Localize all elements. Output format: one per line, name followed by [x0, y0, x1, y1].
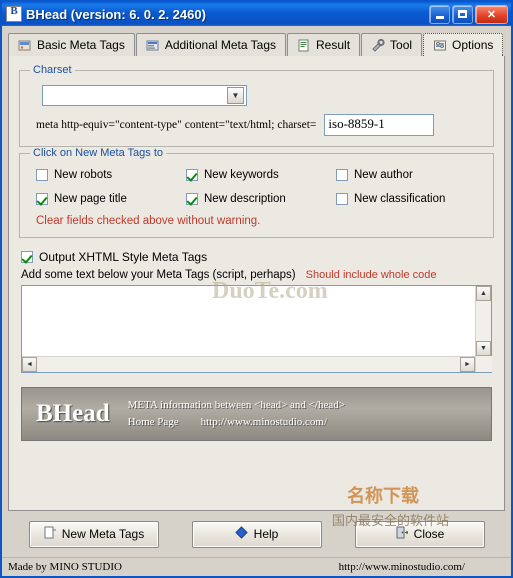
maximize-button[interactable] — [452, 4, 473, 24]
tag-icon — [18, 39, 32, 52]
banner-text: META information between <head> and </he… — [128, 397, 345, 431]
tab-result[interactable]: Result — [287, 33, 361, 56]
checkbox-new-robots[interactable]: New robots — [36, 169, 186, 181]
status-left: Made by MINO STUDIO — [8, 561, 122, 573]
wrench-icon — [371, 38, 385, 52]
status-bar: Made by MINO STUDIO http://www.minostudi… — [2, 557, 511, 576]
charset-value-input[interactable]: iso-8859-1 — [324, 114, 435, 136]
checkbox-box[interactable] — [336, 193, 348, 205]
scroll-right-button[interactable]: ► — [460, 357, 475, 372]
scroll-down-button[interactable]: ▼ — [476, 341, 491, 356]
chevron-down-icon[interactable]: ▼ — [227, 87, 244, 104]
charset-group: Charset ▼ meta http-equiv="content-type"… — [19, 64, 494, 147]
new-meta-checkbox-grid: New robots New keywords New author New p… — [30, 165, 483, 205]
help-button[interactable]: Help — [191, 520, 322, 548]
title-bar: BHead (version: 6. 0. 2. 2460) ✕ — [2, 2, 511, 26]
document-icon — [297, 39, 311, 52]
script-textarea-input[interactable] — [22, 286, 475, 356]
checkbox-box[interactable] — [336, 169, 348, 181]
scroll-left-button[interactable]: ◄ — [22, 357, 37, 372]
script-area-hint: Should include whole code — [305, 269, 437, 281]
tab-strip: Basic Meta Tags Additional Meta Tags Res… — [2, 26, 511, 56]
charset-legend: Charset — [33, 64, 72, 76]
tab-label: Tool — [390, 38, 413, 52]
product-banner: BHead META information between <head> an… — [21, 387, 492, 441]
window-title: BHead (version: 6. 0. 2. 2460) — [26, 6, 206, 22]
script-area-labels: Add some text below your Meta Tags (scri… — [21, 269, 494, 281]
minimize-button[interactable] — [429, 4, 450, 24]
status-right: http://www.minostudio.com/ — [338, 561, 465, 573]
checkbox-new-page-title[interactable]: New page title — [36, 193, 186, 205]
diamond-icon — [234, 526, 248, 542]
tab-tool[interactable]: Tool — [361, 33, 423, 56]
script-area-label: Add some text below your Meta Tags (scri… — [21, 269, 296, 281]
checkbox-label: Output XHTML Style Meta Tags — [39, 250, 208, 264]
checkbox-label: New description — [204, 193, 286, 205]
checkbox-label: New robots — [54, 169, 113, 181]
application-window: BHead (version: 6. 0. 2. 2460) ✕ Basic M… — [0, 0, 513, 578]
tab-additional-meta-tags[interactable]: Additional Meta Tags — [135, 33, 287, 56]
checkbox-output-xhtml[interactable]: Output XHTML Style Meta Tags — [21, 250, 494, 264]
checkbox-label: New author — [354, 169, 413, 181]
tab-options[interactable]: Options — [423, 33, 504, 56]
tab-label: Options — [452, 38, 494, 52]
tab-label: Additional Meta Tags — [164, 38, 277, 52]
banner-home-page-link[interactable]: Home Page — [128, 414, 179, 431]
horizontal-scrollbar[interactable]: ◄ ► — [22, 356, 475, 372]
options-panel: Charset ▼ meta http-equiv="content-type"… — [8, 56, 505, 511]
checkbox-box[interactable] — [186, 169, 198, 181]
new-meta-tags-button[interactable]: New Meta Tags — [28, 520, 159, 548]
close-window-button[interactable]: Close — [354, 520, 485, 548]
checkbox-label: New page title — [54, 193, 127, 205]
button-label: New Meta Tags — [61, 527, 145, 541]
checkbox-label: New keywords — [204, 169, 279, 181]
new-meta-legend: Click on New Meta Tags to — [33, 147, 164, 159]
tags-icon — [146, 39, 160, 52]
button-row: New Meta Tags Help Close — [2, 511, 511, 557]
button-label: Close — [413, 527, 445, 541]
scroll-up-button[interactable]: ▲ — [476, 286, 491, 301]
tab-label: Result — [316, 38, 351, 52]
checkbox-new-author[interactable]: New author — [336, 169, 483, 181]
checkbox-box[interactable] — [21, 251, 33, 263]
close-button[interactable]: ✕ — [475, 4, 508, 24]
checkbox-new-keywords[interactable]: New keywords — [186, 169, 336, 181]
tab-basic-meta-tags[interactable]: Basic Meta Tags — [8, 33, 135, 56]
options-icon — [433, 39, 447, 52]
checkbox-new-classification[interactable]: New classification — [336, 193, 483, 205]
charset-meta-label: meta http-equiv="content-type" content="… — [36, 119, 317, 131]
vertical-scrollbar[interactable]: ▲ ▼ — [475, 286, 492, 372]
window-controls: ✕ — [429, 4, 509, 24]
banner-line-1: META information between <head> and </he… — [127, 399, 345, 411]
banner-url-link[interactable]: http://www.minostudio.com/ — [201, 414, 327, 431]
checkbox-new-description[interactable]: New description — [186, 193, 336, 205]
checkbox-label: New classification — [354, 193, 446, 205]
checkbox-box[interactable] — [36, 169, 48, 181]
scrollbar-corner — [476, 356, 492, 372]
charset-meta-row: meta http-equiv="content-type" content="… — [30, 114, 483, 136]
app-icon — [6, 5, 22, 22]
script-textarea[interactable]: ◄ ► ▲ ▼ — [21, 285, 492, 373]
checkbox-box[interactable] — [36, 193, 48, 205]
clear-fields-warning: Clear fields checked above without warni… — [36, 215, 261, 227]
banner-logo: BHead — [36, 400, 110, 427]
page-icon — [43, 526, 56, 542]
tab-label: Basic Meta Tags — [37, 38, 125, 52]
new-meta-group: Click on New Meta Tags to New robots New… — [19, 147, 494, 238]
door-icon — [395, 526, 409, 542]
button-label: Help — [253, 527, 279, 541]
checkbox-box[interactable] — [186, 193, 198, 205]
charset-select[interactable]: ▼ — [42, 85, 247, 106]
